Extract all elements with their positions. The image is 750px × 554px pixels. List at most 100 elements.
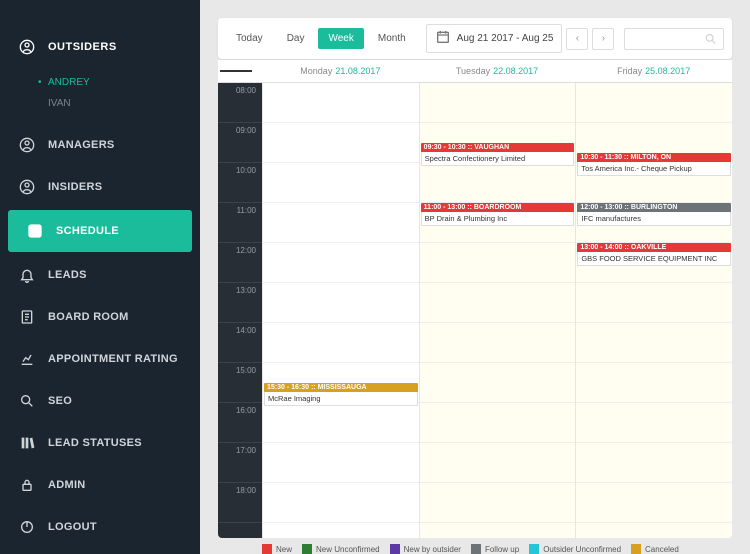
calendar-toolbar: Today Day Week Month Aug 21 2017 - Aug 2… xyxy=(218,18,732,59)
calendar-event[interactable]: 15:30 - 16:30 :: MISSISSAUGAMcRae Imagin… xyxy=(264,383,418,421)
event-header: 10:30 - 11:30 :: MILTON, ON xyxy=(577,153,731,162)
hour-label: 15:00 xyxy=(218,363,262,403)
calendar-event[interactable]: 11:00 - 13:00 :: BOARDROOMBP Drain & Plu… xyxy=(421,203,575,241)
day-column-monday[interactable]: 15:30 - 16:30 :: MISSISSAUGAMcRae Imagin… xyxy=(262,83,419,538)
event-header: 12:00 - 13:00 :: BURLINGTON xyxy=(577,203,731,212)
sidebar-item-admin[interactable]: ADMIN xyxy=(0,464,200,506)
date-range-picker[interactable]: Aug 21 2017 - Aug 25 xyxy=(426,24,563,53)
legend: New New Unconfirmed New by outsider Follow … xyxy=(218,538,732,554)
sidebar-label: SCHEDULE xyxy=(56,225,119,237)
sidebar-item-seo[interactable]: SEO xyxy=(0,380,200,422)
books-icon xyxy=(16,432,38,454)
event-header: 15:30 - 16:30 :: MISSISSAUGA xyxy=(264,383,418,392)
search-icon xyxy=(16,390,38,412)
day-header: Tuesday22.08.2017 xyxy=(419,66,576,76)
legend-swatch xyxy=(471,544,481,554)
calendar-body: 08:0009:0010:0011:0012:0013:0014:0015:00… xyxy=(218,83,732,538)
event-body: Tos America Inc.- Cheque Pickup xyxy=(577,162,731,176)
legend-swatch xyxy=(390,544,400,554)
event-body: IFC manufactures xyxy=(577,212,731,226)
hour-label: 10:00 xyxy=(218,163,262,203)
hours-gutter: 08:0009:0010:0011:0012:0013:0014:0015:00… xyxy=(218,83,262,538)
week-button[interactable]: Week xyxy=(318,28,363,49)
sidebar-item-managers[interactable]: MANAGERS xyxy=(0,124,200,166)
sidebar-item-schedule[interactable]: SCHEDULE xyxy=(8,210,192,252)
day-header-row: Monday21.08.2017 Tuesday22.08.2017 Frida… xyxy=(218,60,732,83)
hour-label: 14:00 xyxy=(218,323,262,363)
document-icon xyxy=(16,306,38,328)
user-circle-icon xyxy=(16,36,38,58)
next-button[interactable]: › xyxy=(592,28,614,50)
legend-label: Follow up xyxy=(485,545,519,554)
legend-label: New Unconfirmed xyxy=(316,545,380,554)
power-icon xyxy=(16,516,38,538)
day-button[interactable]: Day xyxy=(277,28,315,49)
sidebar: OUTSIDERS ANDREY IVAN MANAGERS INSIDERS … xyxy=(0,0,200,554)
sidebar-label: OUTSIDERS xyxy=(48,41,117,53)
allday-tab xyxy=(220,70,252,72)
calendar-event[interactable]: 12:00 - 13:00 :: BURLINGTONIFC manufactu… xyxy=(577,203,731,231)
event-header: 11:00 - 13:00 :: BOARDROOM xyxy=(421,203,575,212)
day-header: Friday25.08.2017 xyxy=(575,66,732,76)
legend-item: New by outsider xyxy=(390,544,461,554)
hour-label: 12:00 xyxy=(218,243,262,283)
sidebar-label: MANAGERS xyxy=(48,139,115,151)
hour-label: 13:00 xyxy=(218,283,262,323)
date-range-text: Aug 21 2017 - Aug 25 xyxy=(457,33,554,44)
legend-item: New Unconfirmed xyxy=(302,544,380,554)
search-icon xyxy=(704,31,717,47)
event-header: 09:30 - 10:30 :: VAUGHAN xyxy=(421,143,575,152)
sidebar-label: ADMIN xyxy=(48,479,86,491)
event-body: Spectra Confectionery Limited xyxy=(421,152,575,166)
legend-label: New xyxy=(276,545,292,554)
prev-button[interactable]: ‹ xyxy=(566,28,588,50)
day-header: Monday21.08.2017 xyxy=(262,66,419,76)
sidebar-item-logout[interactable]: LOGOUT xyxy=(0,506,200,548)
search-box xyxy=(624,28,724,50)
sidebar-label: INSIDERS xyxy=(48,181,102,193)
sub-item-andrey[interactable]: ANDREY xyxy=(0,72,200,93)
event-body: GBS FOOD SERVICE EQUIPMENT INC xyxy=(577,252,731,266)
hour-label: 09:00 xyxy=(218,123,262,163)
sub-item-ivan[interactable]: IVAN xyxy=(0,93,200,114)
outsiders-sublist: ANDREY IVAN xyxy=(0,68,200,124)
calendar-event[interactable]: 09:30 - 10:30 :: VAUGHANSpectra Confecti… xyxy=(421,143,575,181)
search-input[interactable] xyxy=(631,33,703,44)
day-column-friday[interactable]: 10:30 - 11:30 :: MILTON, ONTos America I… xyxy=(575,83,732,538)
user-circle-icon xyxy=(16,134,38,156)
legend-label: New by outsider xyxy=(404,545,461,554)
legend-swatch xyxy=(262,544,272,554)
sidebar-item-leads[interactable]: LEADS xyxy=(0,254,200,296)
hour-label: 17:00 xyxy=(218,443,262,483)
legend-item: New xyxy=(262,544,292,554)
day-column-tuesday[interactable]: 09:30 - 10:30 :: VAUGHANSpectra Confecti… xyxy=(419,83,576,538)
sidebar-label: LEADS xyxy=(48,269,87,281)
sidebar-item-rating[interactable]: APPOINTMENT RATING xyxy=(0,338,200,380)
legend-swatch xyxy=(302,544,312,554)
legend-swatch xyxy=(631,544,641,554)
hour-label: 11:00 xyxy=(218,203,262,243)
sidebar-item-insiders[interactable]: INSIDERS xyxy=(0,166,200,208)
hour-label: 18:00 xyxy=(218,483,262,523)
sidebar-item-boardroom[interactable]: BOARD ROOM xyxy=(0,296,200,338)
sidebar-item-statuses[interactable]: LEAD STATUSES xyxy=(0,422,200,464)
chart-icon xyxy=(16,348,38,370)
user-circle-icon xyxy=(16,176,38,198)
calendar-event[interactable]: 10:30 - 11:30 :: MILTON, ONTos America I… xyxy=(577,153,731,191)
main-area: Today Day Week Month Aug 21 2017 - Aug 2… xyxy=(200,0,750,554)
sidebar-item-outsiders[interactable]: OUTSIDERS xyxy=(0,26,200,68)
hour-label: 16:00 xyxy=(218,403,262,443)
legend-item: Follow up xyxy=(471,544,519,554)
sidebar-label: APPOINTMENT RATING xyxy=(48,353,178,365)
legend-swatch xyxy=(529,544,539,554)
calendar-event[interactable]: 13:00 - 14:00 :: OAKVILLEGBS FOOD SERVIC… xyxy=(577,243,731,271)
sidebar-label: SEO xyxy=(48,395,72,407)
clock-icon xyxy=(24,220,46,242)
bell-icon xyxy=(16,264,38,286)
sidebar-label: LOGOUT xyxy=(48,521,97,533)
hour-label: 08:00 xyxy=(218,83,262,123)
today-button[interactable]: Today xyxy=(226,28,273,49)
sidebar-label: BOARD ROOM xyxy=(48,311,129,323)
event-body: McRae Imaging xyxy=(264,392,418,406)
month-button[interactable]: Month xyxy=(368,28,416,49)
